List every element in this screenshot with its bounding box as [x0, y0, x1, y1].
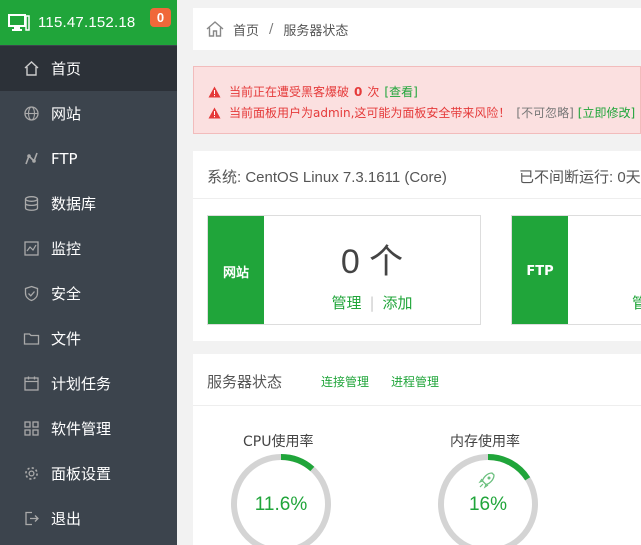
breadcrumb-current: 服务器状态 — [283, 23, 349, 39]
add-link[interactable]: 添加 — [383, 294, 413, 312]
cpu-gauge-label: CPU使用率 — [243, 434, 314, 450]
sidebar-item-website[interactable]: 网站 — [0, 91, 177, 136]
uptime-info: 已不间断运行: 0天 — [519, 169, 641, 186]
gear-icon — [23, 465, 40, 482]
warning-icon — [208, 86, 221, 97]
process-manage-link[interactable]: 进程管理 — [391, 373, 439, 390]
sidebar-item-monitor[interactable]: 监控 — [0, 226, 177, 271]
card-links: 管 — [568, 292, 641, 313]
breadcrumb-home[interactable]: 首页 — [233, 20, 259, 39]
manage-link[interactable]: 管 — [632, 294, 641, 312]
globe-icon — [23, 105, 40, 122]
home-icon[interactable] — [205, 19, 225, 39]
card-links: 管理 | 添加 — [264, 292, 480, 313]
alert-text: 当前正在遭受黑客爆破 — [229, 85, 350, 99]
view-link[interactable]: [查看] — [384, 83, 417, 100]
website-card: 网站 0 个 管理 | 添加 — [207, 215, 481, 325]
modify-now-link[interactable]: [立即修改] — [578, 104, 635, 121]
sidebar-item-security[interactable]: 安全 — [0, 271, 177, 316]
sidebar-item-label: 文件 — [51, 330, 82, 348]
monitor-icon — [23, 240, 40, 257]
server-status-panel: 服务器状态 连接管理 进程管理 CPU使用率 11.6% 内存使用率 16% — [193, 354, 641, 545]
sidebar-item-software[interactable]: 软件管理 — [0, 406, 177, 451]
sidebar-item-label: 数据库 — [51, 195, 97, 213]
sidebar-item-settings[interactable]: 面板设置 — [0, 451, 177, 496]
breadcrumb-separator: / — [269, 21, 274, 37]
folder-icon — [23, 330, 40, 347]
link-separator: | — [369, 294, 375, 312]
calendar-icon — [23, 375, 40, 392]
sidebar: 115.47.152.18 0 首页 网站 FTP 数据库 监控 安全 文件 计… — [0, 0, 177, 545]
sidebar-item-logout[interactable]: 退出 — [0, 496, 177, 541]
os-info: 系统: CentOS Linux 7.3.1611 (Core) — [207, 169, 447, 186]
alert-brute-force: 当前正在遭受黑客爆破 0 次 [查看] — [208, 83, 418, 100]
cpu-value: 11.6% — [254, 494, 308, 515]
alert-admin-user: 当前面板用户为admin,这可能为面板安全带来风险！ [不可忽略] [立即修改] — [208, 104, 635, 121]
system-info-row: 系统: CentOS Linux 7.3.1611 (Core) 已不间断运行:… — [193, 151, 641, 199]
website-count: 0 个 — [340, 243, 404, 281]
sidebar-item-label: 网站 — [51, 105, 82, 123]
sidebar-item-label: 退出 — [51, 510, 82, 528]
cannot-ignore-label: [不可忽略] — [516, 106, 574, 120]
sidebar-item-database[interactable]: 数据库 — [0, 181, 177, 226]
status-title: 服务器状态 — [207, 373, 283, 391]
sidebar-item-files[interactable]: 文件 — [0, 316, 177, 361]
breadcrumb: 首页 / 服务器状态 — [193, 8, 641, 50]
sidebar-item-label: 监控 — [51, 240, 82, 258]
rocket-icon[interactable] — [477, 470, 497, 490]
memory-value: 16% — [468, 494, 508, 515]
sidebar-item-label: 软件管理 — [51, 420, 112, 438]
computer-icon — [8, 13, 30, 31]
connection-manage-link[interactable]: 连接管理 — [321, 373, 369, 390]
gauge-fill — [280, 454, 315, 472]
sidebar-item-home[interactable]: 首页 — [0, 46, 177, 91]
alert-text-suffix: 次 — [367, 85, 380, 99]
sidebar-item-label: FTP — [51, 149, 78, 168]
notification-badge[interactable]: 0 — [150, 8, 171, 27]
server-ip[interactable]: 115.47.152.18 — [38, 14, 135, 31]
shield-icon — [23, 285, 40, 302]
memory-gauge-label: 内存使用率 — [450, 434, 520, 450]
card-tag: 网站 — [208, 216, 264, 324]
alert-text: 当前面板用户为admin,这可能为面板安全带来风险！ — [229, 106, 511, 120]
sidebar-item-cron[interactable]: 计划任务 — [0, 361, 177, 406]
ftp-icon — [23, 150, 40, 167]
sidebar-item-label: 面板设置 — [51, 465, 112, 483]
database-icon — [23, 195, 40, 212]
sidebar-item-label: 安全 — [51, 285, 82, 303]
grid-icon — [23, 420, 40, 437]
card-tag: FTP — [512, 216, 568, 324]
warning-icon — [208, 107, 221, 118]
security-alert: 当前正在遭受黑客爆破 0 次 [查看] 当前面板用户为admin,这可能为面板安… — [193, 66, 641, 134]
sidebar-item-label: 首页 — [51, 60, 82, 78]
attack-count: 0 — [354, 84, 363, 99]
system-panel: 系统: CentOS Linux 7.3.1611 (Core) 已不间断运行:… — [193, 151, 641, 341]
logout-icon — [23, 510, 40, 527]
sidebar-item-label: 计划任务 — [51, 375, 112, 393]
sidebar-item-ftp[interactable]: FTP — [0, 136, 177, 181]
status-header: 服务器状态 连接管理 进程管理 — [193, 354, 641, 406]
ftp-card: FTP 管 — [511, 215, 641, 325]
manage-link[interactable]: 管理 — [331, 294, 361, 312]
home-icon — [23, 60, 40, 77]
